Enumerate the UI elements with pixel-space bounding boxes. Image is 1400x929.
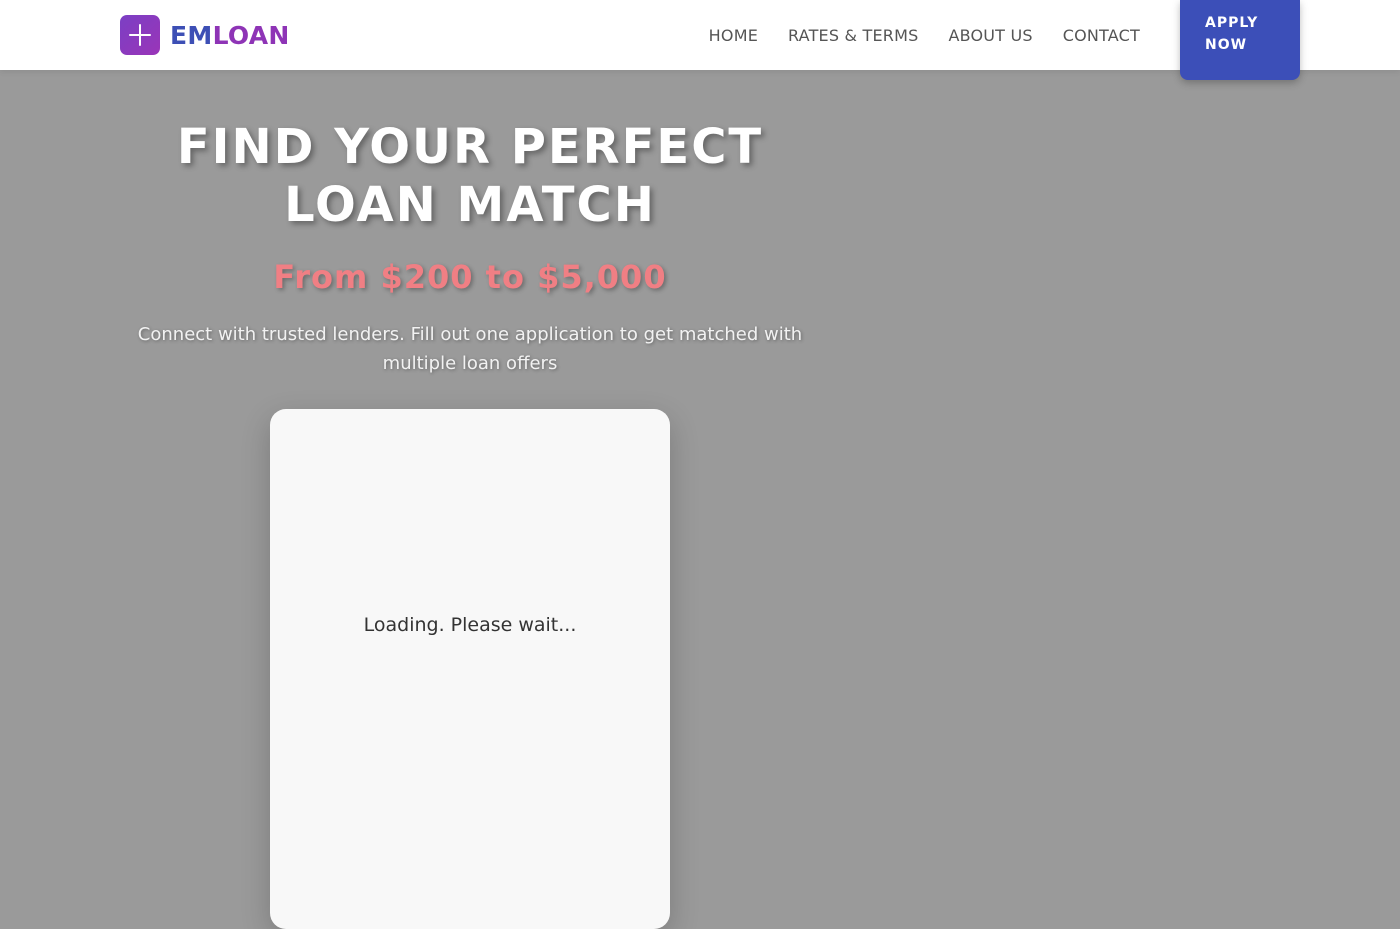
nav-rates-terms[interactable]: RATES & TERMS — [788, 26, 918, 45]
logo[interactable]: EMLOAN — [120, 15, 290, 55]
site-header: EMLOAN HOME RATES & TERMS ABOUT US CONTA… — [0, 0, 1400, 80]
apply-now-line2: NOW — [1205, 37, 1248, 53]
apply-now-line1: APPLY — [1205, 15, 1259, 31]
main-nav: HOME RATES & TERMS ABOUT US CONTACT — [679, 0, 1140, 70]
plus-icon — [120, 15, 160, 55]
nav-home[interactable]: HOME — [709, 26, 758, 45]
apply-now-button[interactable]: APPLY NOW — [1180, 0, 1300, 80]
loan-range: From $200 to $5,000 — [273, 258, 667, 296]
loading-message: Loading. Please wait... — [363, 614, 577, 636]
nav-contact[interactable]: CONTACT — [1063, 26, 1140, 45]
hero-title: FIND YOUR PERFECT LOAN MATCH — [176, 119, 764, 233]
hero-subtitle: Connect with trusted lenders. Fill out o… — [137, 324, 803, 374]
logo-text: EMLOAN — [170, 21, 290, 50]
logo-text-em: EM — [170, 20, 213, 50]
logo-text-loan: LOAN — [212, 20, 290, 50]
nav-about-us[interactable]: ABOUT US — [948, 26, 1032, 45]
application-form-card: Loading. Please wait... — [270, 409, 670, 929]
